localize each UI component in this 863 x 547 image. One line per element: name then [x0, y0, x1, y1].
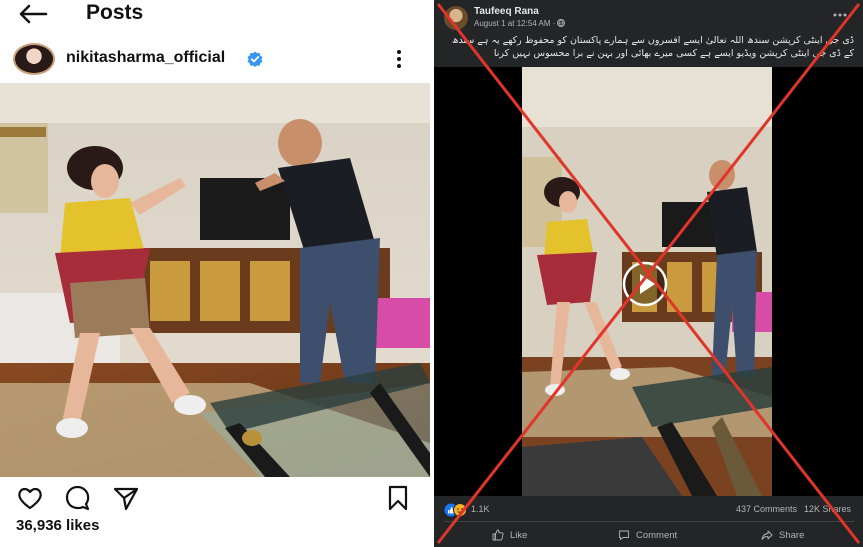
engagement-stats: 1.1K 437 Comments 12K Shares — [434, 500, 863, 520]
like-button[interactable]: Like — [492, 525, 527, 545]
username-link[interactable]: nikitasharma_official — [66, 49, 225, 67]
video-container[interactable] — [434, 67, 863, 496]
more-horizontal-icon[interactable] — [833, 12, 847, 18]
divider — [444, 521, 854, 522]
heart-icon[interactable] — [16, 484, 44, 512]
avatar[interactable] — [444, 6, 468, 30]
instagram-header: Posts — [0, 0, 432, 34]
instagram-user-bar: nikitasharma_official — [0, 40, 432, 80]
back-arrow-icon[interactable] — [18, 4, 48, 24]
post-caption: ڈی جی اینٹی کرپشن سندھ اللہ تعالیٰ ایسے … — [451, 35, 854, 59]
share-arrow-icon — [761, 530, 773, 540]
share-icon[interactable] — [112, 484, 140, 512]
comparison-screenshot: Posts nikitasharma_official 36,936 likes… — [0, 0, 863, 547]
post-photo[interactable] — [0, 83, 430, 477]
instagram-post-panel: Posts nikitasharma_official 36,936 likes — [0, 0, 432, 547]
author-name-link[interactable]: Taufeeq Rana — [474, 6, 539, 17]
comment-button[interactable]: Comment — [618, 525, 677, 545]
reactions-count[interactable]: 1.1K — [471, 504, 490, 514]
comment-bubble-icon — [619, 530, 629, 540]
shares-count[interactable]: 12K Shares — [804, 504, 851, 514]
page-title: Posts — [86, 1, 144, 24]
globe-icon — [557, 19, 565, 27]
thumbs-up-icon — [492, 529, 504, 541]
share-label: Share — [779, 529, 805, 541]
comments-count[interactable]: 437 Comments — [736, 504, 797, 514]
comment-label: Comment — [636, 529, 678, 541]
post-timestamp[interactable]: August 1 at 12:54 AM · — [474, 19, 555, 28]
more-vertical-icon[interactable] — [392, 48, 406, 70]
like-label: Like — [510, 529, 528, 541]
play-button-icon[interactable] — [622, 261, 668, 307]
avatar[interactable] — [13, 43, 55, 75]
reaction-icons[interactable] — [444, 503, 468, 517]
share-button[interactable]: Share — [761, 525, 804, 545]
bookmark-icon[interactable] — [384, 484, 412, 512]
verified-badge-icon — [247, 51, 263, 67]
facebook-post-panel: Taufeeq Rana August 1 at 12:54 AM · ڈی ج… — [434, 0, 863, 547]
likes-count[interactable]: 36,936 likes — [16, 517, 99, 534]
instagram-action-bar — [0, 484, 432, 512]
comment-icon[interactable] — [64, 484, 92, 512]
